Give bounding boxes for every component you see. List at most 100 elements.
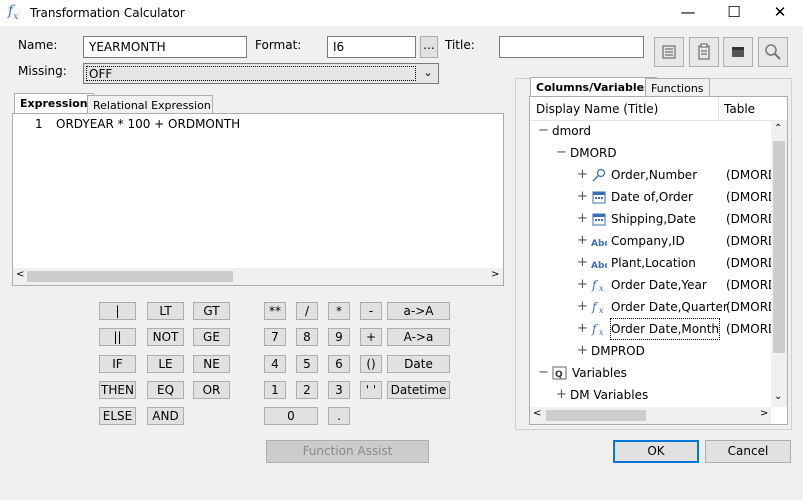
keypad-button[interactable]: 3 bbox=[328, 381, 350, 399]
tree-row-label[interactable]: Order Date,Year bbox=[611, 275, 707, 295]
expand-icon[interactable]: + bbox=[577, 187, 588, 207]
tree-row[interactable]: +Abc Company,ID (DMORD bbox=[530, 231, 777, 251]
keypad-button[interactable]: || bbox=[99, 328, 136, 346]
expand-icon[interactable]: + bbox=[577, 297, 588, 317]
close-button[interactable]: ✕ bbox=[757, 0, 803, 26]
keypad-button[interactable]: GT bbox=[193, 302, 230, 320]
keypad-button[interactable]: | bbox=[99, 302, 136, 320]
tree-horizontal-scrollbar[interactable]: < > bbox=[530, 407, 771, 424]
clipboard-button[interactable] bbox=[689, 37, 719, 67]
tree-row-label[interactable]: Company,ID bbox=[611, 231, 685, 251]
expand-icon[interactable]: + bbox=[577, 253, 588, 273]
column-header-table[interactable]: Table bbox=[724, 102, 755, 116]
expression-text[interactable]: ORDYEAR * 100 + ORDMONTH bbox=[56, 117, 240, 131]
tree-row-label[interactable]: Order Date,Month bbox=[609, 318, 721, 340]
tree-scroll-left-icon[interactable]: < bbox=[533, 408, 541, 419]
keypad-button[interactable]: OR bbox=[193, 381, 230, 399]
keypad-button[interactable]: 7 bbox=[264, 328, 286, 346]
scroll-left-icon[interactable]: < bbox=[16, 269, 24, 280]
keypad-button[interactable]: * bbox=[328, 302, 350, 320]
missing-select[interactable]: OFF ⌄ bbox=[83, 63, 439, 84]
scroll-thumb-vertical[interactable] bbox=[773, 141, 785, 353]
keypad-button[interactable]: THEN bbox=[99, 381, 136, 399]
tree-row-label[interactable]: DM Variables bbox=[570, 385, 648, 405]
name-input[interactable]: YEARMONTH bbox=[83, 36, 247, 58]
tree-row[interactable]: − dmord bbox=[530, 121, 770, 141]
expand-icon[interactable]: + bbox=[577, 319, 588, 339]
keypad-button[interactable]: / bbox=[296, 302, 318, 320]
keypad-button[interactable]: EQ bbox=[147, 381, 184, 399]
expand-icon[interactable]: + bbox=[577, 165, 588, 185]
expand-icon[interactable]: + bbox=[577, 209, 588, 229]
scroll-down-icon[interactable]: ⌄ bbox=[774, 391, 782, 402]
expand-icon[interactable]: + bbox=[577, 231, 588, 251]
keypad-button[interactable]: ** bbox=[264, 302, 286, 320]
keypad-button[interactable]: IF bbox=[99, 355, 136, 373]
maximize-button[interactable]: ☐ bbox=[711, 0, 757, 26]
keypad-button[interactable]: 6 bbox=[328, 355, 350, 373]
keypad-function-button[interactable]: Datetime bbox=[387, 381, 450, 399]
scroll-right-icon[interactable]: > bbox=[491, 269, 499, 280]
tree-row[interactable]: − Q Variables bbox=[530, 363, 770, 383]
keypad-button[interactable]: + bbox=[360, 328, 382, 346]
keypad-button[interactable]: 5 bbox=[296, 355, 318, 373]
search-button[interactable] bbox=[758, 37, 788, 67]
keypad-button[interactable]: AND bbox=[147, 407, 184, 425]
keypad-function-button[interactable]: a->A bbox=[387, 302, 450, 320]
tree-row[interactable]: + DM Variables bbox=[530, 385, 770, 405]
keypad-button[interactable]: 1 bbox=[264, 381, 286, 399]
tree-row-label[interactable]: Variables bbox=[572, 363, 627, 383]
window-button[interactable] bbox=[723, 37, 753, 67]
tree-row-label[interactable]: Shipping,Date bbox=[611, 209, 696, 229]
minimize-button[interactable]: — bbox=[665, 0, 711, 26]
title-input[interactable] bbox=[499, 36, 644, 58]
keypad-button[interactable]: NE bbox=[193, 355, 230, 373]
expand-icon[interactable]: + bbox=[577, 341, 588, 361]
tree-row[interactable]: − DMORD bbox=[530, 143, 770, 163]
keypad-button[interactable]: ' ' bbox=[360, 381, 382, 399]
keypad-function-button[interactable]: Date bbox=[387, 355, 450, 373]
tree-row[interactable]: + DMPROD bbox=[530, 341, 770, 361]
keypad-button[interactable]: GE bbox=[193, 328, 230, 346]
keypad-button[interactable]: LT bbox=[147, 302, 184, 320]
cancel-button[interactable]: Cancel bbox=[705, 440, 791, 463]
keypad-button[interactable]: 8 bbox=[296, 328, 318, 346]
keypad-button[interactable]: - bbox=[360, 302, 382, 320]
tree-row[interactable]: +Abc Plant,Location (DMORD bbox=[530, 253, 777, 273]
vertical-scrollbar[interactable]: ⌃ ⌄ bbox=[771, 121, 787, 407]
collapse-icon[interactable]: − bbox=[538, 363, 549, 383]
tree-row-label[interactable]: Order,Number bbox=[611, 165, 697, 185]
function-assist-button[interactable]: Function Assist bbox=[266, 440, 429, 463]
format-input[interactable]: I6 bbox=[327, 36, 416, 58]
keypad-button[interactable]: 9 bbox=[328, 328, 350, 346]
horizontal-scrollbar[interactable]: < > bbox=[13, 268, 503, 285]
tree-row-label[interactable]: DMPROD bbox=[591, 341, 645, 361]
keypad-button[interactable]: ELSE bbox=[99, 407, 136, 425]
tree-row-label[interactable]: DMORD bbox=[570, 143, 617, 163]
tree-scroll-thumb[interactable] bbox=[546, 410, 646, 421]
tree-row[interactable]: + Date of,Order (DMORD bbox=[530, 187, 777, 207]
tree-row[interactable]: + Shipping,Date (DMORD bbox=[530, 209, 777, 229]
ok-button[interactable]: OK bbox=[613, 440, 699, 463]
tree-row[interactable]: + f x Order Date,Quarter (DMORD bbox=[530, 297, 777, 317]
keypad-button[interactable]: 4 bbox=[264, 355, 286, 373]
tab-expression[interactable]: Expression bbox=[14, 93, 94, 115]
properties-button[interactable] bbox=[654, 37, 684, 67]
expand-icon[interactable]: + bbox=[556, 385, 567, 405]
scroll-up-icon[interactable]: ⌃ bbox=[774, 123, 782, 134]
tab-relational-expression[interactable]: Relational Expression bbox=[87, 95, 213, 115]
keypad-button[interactable]: 2 bbox=[296, 381, 318, 399]
collapse-icon[interactable]: − bbox=[556, 143, 567, 163]
tab-functions[interactable]: Functions bbox=[645, 78, 710, 98]
tree-row[interactable]: + Order,Number (DMORD bbox=[530, 165, 777, 185]
tree-row-label[interactable]: Date of,Order bbox=[611, 187, 693, 207]
keypad-button[interactable]: NOT bbox=[147, 328, 184, 346]
column-header-display-name[interactable]: Display Name (Title) bbox=[536, 102, 658, 116]
tree-row[interactable]: + f x Order Date,Month (DMORD bbox=[530, 318, 777, 340]
format-browse-button[interactable]: ... bbox=[420, 36, 438, 58]
scroll-thumb[interactable] bbox=[27, 271, 233, 282]
tree-row-label[interactable]: dmord bbox=[552, 121, 591, 141]
keypad-function-button[interactable]: A->a bbox=[387, 328, 450, 346]
expand-icon[interactable]: + bbox=[577, 275, 588, 295]
keypad-button[interactable]: LE bbox=[147, 355, 184, 373]
